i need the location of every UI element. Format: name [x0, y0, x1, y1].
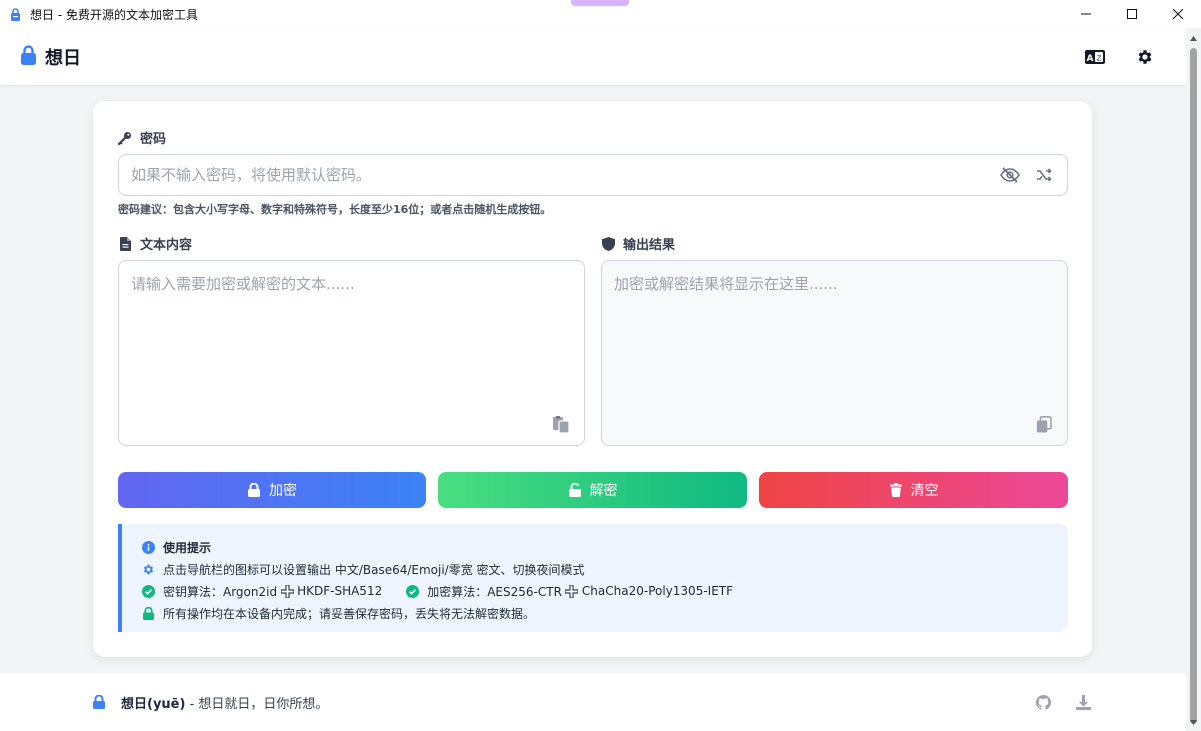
- password-label: 密码: [118, 128, 166, 147]
- cog-icon: [142, 563, 155, 576]
- info-icon: [142, 540, 155, 554]
- password-field-container: [118, 154, 1068, 196]
- clear-button-label: 清空: [910, 483, 939, 499]
- lock-icon: [142, 606, 155, 620]
- output-label-text: 输出结果: [623, 238, 676, 253]
- key-algorithm-second: HKDF-SHA512: [297, 584, 383, 598]
- plus-icon: [565, 584, 579, 598]
- minimize-button[interactable]: [1063, 0, 1109, 28]
- header-actions: AZ: [1084, 28, 1156, 85]
- check-circle-icon: [142, 584, 155, 598]
- window-title: 想日 - 免费开源的文本加密工具: [30, 7, 198, 22]
- input-text-label: 文本内容: [118, 234, 192, 253]
- paste-button[interactable]: [552, 415, 570, 433]
- password-input[interactable]: [119, 155, 999, 195]
- footer-lock-icon: [93, 695, 105, 709]
- tip-algorithms: 密钥算法：Argon2id HKDF-SHA512 加密算法：AES256-CT…: [142, 580, 1048, 602]
- brand: 想日: [20, 44, 81, 70]
- encrypt-algorithm-text: 加密算法：AES256-CTR: [427, 584, 562, 599]
- app-window: 想日 - 免费开源的文本加密工具 想日 AZ 密码 密码建议：包含大小写字母、数…: [0, 0, 1201, 731]
- maximize-button[interactable]: [1109, 0, 1155, 28]
- file-text-icon: [118, 236, 132, 251]
- tip-nav: 点击导航栏的图标可以设置输出 中文/Base64/Emoji/零宽 密文、切换夜…: [142, 558, 1048, 580]
- footer-app-name: 想日(yuē): [121, 696, 186, 712]
- brand-lock-icon: [20, 44, 37, 69]
- tips-title: 使用提示: [163, 540, 212, 555]
- footer-text: 想日(yuē) - 想日就日，日你所想。: [121, 693, 328, 712]
- github-link[interactable]: [1034, 693, 1052, 711]
- download-icon: [1075, 694, 1091, 710]
- brand-name: 想日: [45, 47, 81, 69]
- trash-icon: [889, 483, 903, 497]
- close-button[interactable]: [1155, 0, 1201, 28]
- copy-icon: [1036, 415, 1052, 432]
- footer-slogan: - 想日就日，日你所想。: [189, 696, 329, 712]
- eye-slash-icon: [1000, 167, 1020, 183]
- title-bar[interactable]: 想日 - 免费开源的文本加密工具: [0, 0, 1201, 28]
- input-text-label-text: 文本内容: [140, 238, 193, 253]
- key-algorithm-text: 密钥算法：Argon2id: [163, 584, 278, 599]
- encrypt-button[interactable]: 加密: [118, 472, 426, 508]
- password-hint: 密码建议：包含大小写字母、数字和特殊符号，长度至少16位；或者点击随机生成按钮。: [118, 203, 552, 216]
- output-label: 输出结果: [601, 234, 675, 253]
- settings-button[interactable]: [1134, 46, 1156, 68]
- clear-button[interactable]: 清空: [759, 472, 1068, 508]
- footer: 想日(yuē) - 想日就日，日你所想。: [0, 673, 1186, 731]
- scroll-up-arrow-icon[interactable]: [1189, 34, 1198, 43]
- scroll-thumb[interactable]: [1190, 48, 1197, 724]
- output-textarea[interactable]: [602, 261, 1067, 445]
- encrypt-algorithm-second: ChaCha20-Poly1305-IETF: [581, 584, 734, 598]
- gear-icon: [1138, 49, 1152, 64]
- password-label-text: 密码: [140, 132, 167, 147]
- unlock-icon: [568, 483, 582, 497]
- app-header: 想日 AZ: [0, 28, 1186, 85]
- encrypt-button-label: 加密: [269, 483, 297, 499]
- password-actions: [999, 165, 1053, 185]
- input-text-container: [118, 260, 585, 446]
- paste-icon: [552, 415, 570, 433]
- tip-local: 所有操作均在本设备内完成；请妥善保存密码，丢失将无法解密数据。: [142, 602, 1048, 624]
- main-card: 密码 密码建议：包含大小写字母、数字和特殊符号，长度至少16位；或者点击随机生成…: [93, 101, 1092, 657]
- decrypt-button[interactable]: 解密: [438, 472, 747, 508]
- vertical-scrollbar[interactable]: [1186, 28, 1201, 731]
- output-text-container: [601, 260, 1068, 446]
- maximize-icon: [1127, 9, 1137, 19]
- translate-icon: AZ: [1085, 49, 1105, 64]
- copy-button[interactable]: [1035, 415, 1053, 433]
- github-icon: [1035, 694, 1051, 710]
- output-format-button[interactable]: AZ: [1084, 46, 1106, 68]
- tips-title-row: 使用提示: [142, 536, 1048, 558]
- plus-icon: [280, 584, 294, 598]
- scroll-down-arrow-icon[interactable]: [1189, 718, 1198, 727]
- shield-icon: [601, 236, 615, 251]
- window-controls: [1063, 0, 1201, 28]
- usage-tips: 使用提示 点击导航栏的图标可以设置输出 中文/Base64/Emoji/零宽 密…: [118, 524, 1068, 632]
- toggle-visibility-button[interactable]: [999, 165, 1021, 185]
- minimize-icon: [1081, 13, 1091, 15]
- svg-text:Z: Z: [1097, 54, 1102, 62]
- random-password-button[interactable]: [1035, 167, 1053, 183]
- tip-local-text: 所有操作均在本设备内完成；请妥善保存密码，丢失将无法解密数据。: [163, 606, 536, 621]
- lock-icon: [247, 483, 261, 497]
- close-icon: [1173, 9, 1183, 19]
- key-icon: [118, 131, 132, 145]
- decrypt-button-label: 解密: [589, 483, 618, 499]
- app-lock-icon: [10, 7, 22, 21]
- svg-text:A: A: [1087, 54, 1094, 64]
- check-circle-icon: [406, 584, 420, 598]
- top-accent-bar: [571, 0, 629, 6]
- footer-actions: [1034, 673, 1092, 731]
- tip-nav-text: 点击导航栏的图标可以设置输出 中文/Base64/Emoji/零宽 密文、切换夜…: [163, 562, 585, 577]
- shuffle-icon: [1037, 168, 1052, 182]
- input-textarea[interactable]: [119, 261, 584, 445]
- download-link[interactable]: [1074, 693, 1092, 711]
